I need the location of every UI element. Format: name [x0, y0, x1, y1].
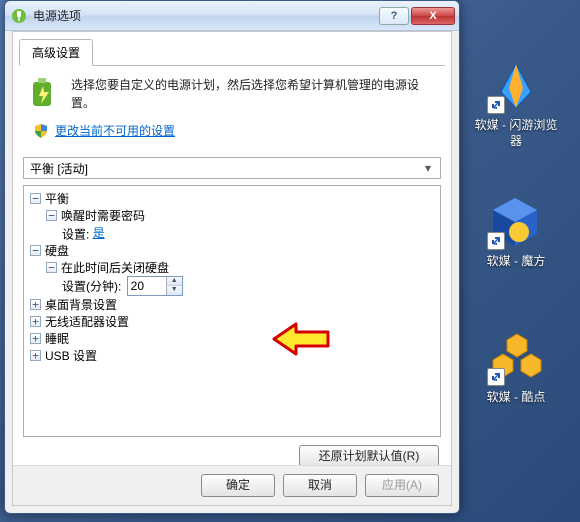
browser-icon [487, 58, 545, 114]
expand-icon[interactable]: + [30, 299, 41, 310]
collapse-icon[interactable]: − [30, 245, 41, 256]
expand-icon[interactable]: + [30, 316, 41, 327]
tab-panel: 选择您要自定义的电源计划，然后选择您希望计算机管理的电源设置。 更改当前不可用的… [13, 66, 451, 147]
expand-icon[interactable]: + [30, 333, 41, 344]
cancel-button[interactable]: 取消 [283, 474, 357, 497]
shortcut-arrow-icon [487, 232, 505, 250]
tree-node-turnoff-disk[interactable]: −在此时间后关闭硬盘 [46, 259, 438, 276]
wake-password-value[interactable]: 是 [93, 226, 105, 240]
cube-icon [487, 194, 545, 250]
plan-dropdown[interactable]: 平衡 [活动] ▾ [23, 157, 441, 179]
spin-down-button[interactable]: ▼ [167, 286, 182, 295]
desktop-icon-mofang[interactable]: 软媒 - 魔方 [470, 194, 562, 270]
close-button[interactable]: X [411, 7, 455, 25]
tree-node-sleep[interactable]: +睡眠 [30, 330, 438, 347]
change-unavailable-link[interactable]: 更改当前不可用的设置 [55, 122, 175, 139]
tab-advanced[interactable]: 高级设置 [19, 39, 93, 66]
desktop-icon-label: 软媒 - 魔方 [470, 254, 562, 270]
chevron-down-icon: ▾ [420, 161, 436, 175]
desktop-icon-kudian[interactable]: 软媒 - 酷点 [470, 330, 562, 406]
shortcut-arrow-icon [487, 368, 505, 386]
desktop-icon-browser[interactable]: 软媒 - 闪游浏览器 [470, 58, 562, 149]
collapse-icon[interactable]: − [30, 193, 41, 204]
client-area: 高级设置 选择您要自定义的电源计划，然后选择您希望计算机管理的电源设置。 更改当… [12, 31, 452, 506]
tree-node-wake-password[interactable]: −唤醒时需要密码 [46, 207, 438, 224]
tree-node-wireless[interactable]: +无线适配器设置 [30, 313, 438, 330]
desktop-icon-label: 软媒 - 酷点 [470, 390, 562, 406]
settings-tree[interactable]: −平衡 −唤醒时需要密码 设置: 是 −硬盘 −在此时间后关闭硬盘 设置(分钟)… [23, 185, 441, 437]
collapse-icon[interactable]: − [46, 210, 57, 221]
ok-button[interactable]: 确定 [201, 474, 275, 497]
minutes-spinner[interactable]: ▲ ▼ [127, 276, 183, 296]
power-options-dialog: 电源选项 ? X 高级设置 选择您要自定义的电源计划，然后选择您希望计算机管理的… [4, 0, 460, 514]
tree-setting-turnoff-disk[interactable]: 设置(分钟): ▲ ▼ [62, 276, 438, 296]
power-plug-icon [11, 8, 27, 24]
tree-node-usb[interactable]: +USB 设置 [30, 347, 438, 364]
collapse-icon[interactable]: − [46, 262, 57, 273]
tree-node-harddisk[interactable]: −硬盘 [30, 242, 438, 259]
help-button[interactable]: ? [379, 7, 409, 25]
tree-setting-wake-password[interactable]: 设置: 是 [62, 224, 438, 242]
desktop-icon-label: 软媒 - 闪游浏览器 [470, 118, 562, 149]
tree-node-balanced[interactable]: −平衡 [30, 190, 438, 207]
shortcut-arrow-icon [487, 96, 505, 114]
expand-icon[interactable]: + [30, 350, 41, 361]
battery-icon [27, 76, 61, 110]
apply-button[interactable]: 应用(A) [365, 474, 439, 497]
tabstrip: 高级设置 [19, 38, 445, 66]
window-title: 电源选项 [33, 7, 377, 24]
hex-icon [487, 330, 545, 386]
titlebar[interactable]: 电源选项 ? X [5, 1, 459, 31]
intro-text: 选择您要自定义的电源计划，然后选择您希望计算机管理的电源设置。 [71, 76, 437, 112]
minutes-input[interactable] [128, 277, 166, 295]
tree-node-desktop-bg[interactable]: +桌面背景设置 [30, 296, 438, 313]
plan-dropdown-value: 平衡 [活动] [30, 160, 88, 177]
dialog-footer: 确定 取消 应用(A) [13, 465, 451, 505]
shield-icon [33, 123, 49, 139]
spin-up-button[interactable]: ▲ [167, 277, 182, 286]
